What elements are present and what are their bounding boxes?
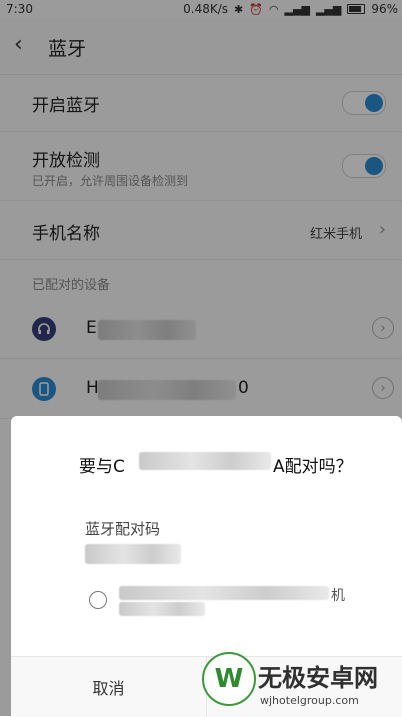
watermark-url: wjhotelgroup.com — [260, 694, 359, 707]
dialog-title-prefix: 要与C — [79, 457, 125, 477]
redacted-device-name — [139, 452, 271, 470]
redacted-option-text — [119, 602, 205, 616]
pin-label: 蓝牙配对码 — [85, 520, 161, 538]
watermark-title: 无极安卓网 — [258, 664, 378, 692]
cancel-button[interactable]: 取消 — [11, 657, 207, 717]
watermark-logo: W — [202, 652, 256, 706]
bluetooth-settings-screen: 7:30 0.48K/s ✱ ⏰ ◠ ▂▄▆ ▂▄▆ 96% ‹ 蓝牙 开启蓝牙… — [0, 0, 402, 717]
redacted-pin-code — [85, 544, 181, 564]
redacted-option-text — [119, 586, 329, 600]
dialog-title-suffix: A配对吗？ — [273, 457, 353, 477]
watermark: W 无极安卓网 wjhotelgroup.com — [200, 652, 400, 712]
watermark-logo-letter: W — [214, 664, 244, 694]
option-text-suffix: 机 — [331, 588, 345, 604]
allow-contacts-radio[interactable] — [89, 591, 107, 609]
